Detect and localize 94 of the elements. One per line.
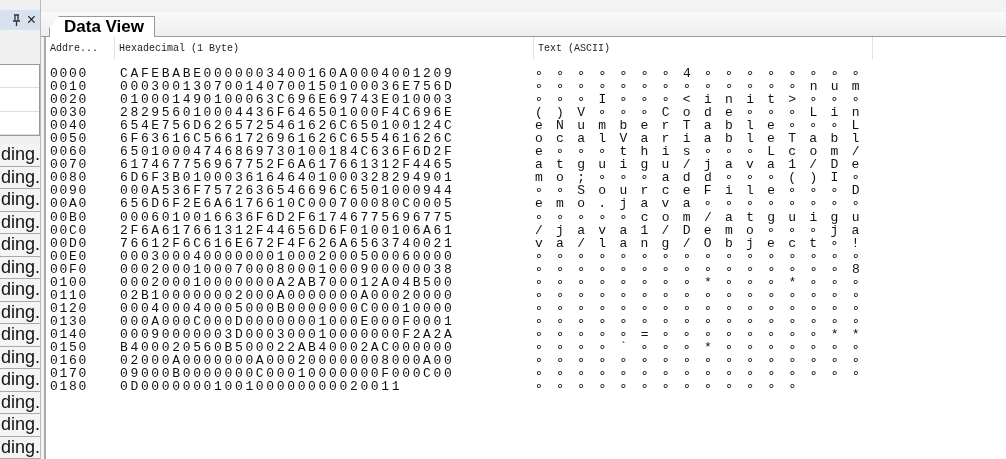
ascii-cell: ∘∘SourceFile∘∘∘D xyxy=(535,184,873,198)
ascii-cell: atguigu/java1/De xyxy=(535,158,873,172)
ascii-cell: ∘∘∘∘∘∘∘∘∘∘∘∘∘∘∘∘ xyxy=(535,367,874,381)
address-cell-text: 0150 xyxy=(49,341,89,355)
hex-cell-text: 09000B0000000C00010000000F000C00 xyxy=(120,367,456,381)
ascii-cell: ocalVariableTabl xyxy=(535,132,873,146)
hex-cell-text: 617467756967752F6A617661312F4465 xyxy=(120,158,456,172)
ascii-cell: /java1/Demo∘∘∘ja xyxy=(535,223,873,237)
pin-icon[interactable] xyxy=(11,14,21,27)
ascii-cell: ∘∘∘∘∘com/atguigu xyxy=(535,210,873,224)
ascii-cell: ∘∘∘∘∘∘∘∘∘∘∘∘∘∘∘∘ xyxy=(535,314,874,328)
address-cell-text: 0160 xyxy=(49,354,89,368)
column-header[interactable]: Text (ASCII) xyxy=(534,37,873,59)
column-header[interactable]: Addre... xyxy=(46,37,115,59)
address-cell-text: 0100 xyxy=(49,275,89,289)
hex-cell-text: 000200010000000A2AB700012A04B500 xyxy=(120,275,456,289)
hex-cell-text: 000A536F7572636546696C6501000944 xyxy=(120,184,456,198)
list-item[interactable]: ding. xyxy=(0,436,40,459)
hex-cell-text: 02B100000002000A0000000A00020000 xyxy=(120,288,456,302)
hex-cell-text: 76612F6C616E672F4F626A6563740021 xyxy=(120,236,456,250)
ascii-cell: ∘∘∘∘∘∘∘∘∘∘∘∘∘∘∘∘ xyxy=(535,301,874,315)
address-cell-text: 0030 xyxy=(49,106,89,120)
hex-cell-text: 6D6F3B01000361646401000328294901 xyxy=(120,171,456,185)
address-cell-text: 0090 xyxy=(49,184,89,198)
column-header[interactable]: Hexadecimal (1 Byte) xyxy=(115,37,534,59)
hex-cell-text: 02000A0000000A000200000008000A00 xyxy=(120,354,456,368)
hex-cell-text: 000A000C000D00000001000E000F0001 xyxy=(120,314,456,328)
hex-cell-text: 2F6A617661312F44656D6F0100106A61 xyxy=(120,223,456,237)
hex-cell-text: 65010004746869730100184C636F6D2F xyxy=(120,145,456,159)
hex-cell-text: 00030004000000010002000500060000 xyxy=(120,249,456,263)
ascii-cell: ∘∘∘∘∘∘∘∘∘∘∘∘∘ xyxy=(535,380,810,394)
hex-cell-text: 0006010016636F6D2F61746775696775 xyxy=(120,210,456,224)
hex-cell-text: 656D6F2E6A6176610C000700080C0005 xyxy=(120,197,456,211)
list-item[interactable]: ding. xyxy=(0,414,40,437)
address-cell-text: 00C0 xyxy=(49,223,89,237)
address-cell-text: 0020 xyxy=(49,93,89,107)
hex-cell-text: 0D0000000100100000000020011 xyxy=(120,380,404,394)
address-cell-text: 0130 xyxy=(49,314,89,328)
address-cell-text: 00B0 xyxy=(49,210,89,224)
address-cell-text: 0170 xyxy=(49,367,89,381)
address-cell-text: 00D0 xyxy=(49,236,89,250)
ascii-cell: ∘∘∘∘∘∘∘∘∘∘∘∘∘∘∘∘ xyxy=(535,354,874,368)
tab[interactable]: Data View xyxy=(49,16,155,37)
address-cell-text: 0110 xyxy=(49,288,89,302)
hex-cell-text: 00090000003D000300010000000F2A2A xyxy=(120,327,456,341)
address-cell-text: 0050 xyxy=(49,132,89,146)
list-item[interactable]: ding. xyxy=(0,234,40,257)
address-cell-text: 0070 xyxy=(49,158,89,172)
hex-cell-text: 000300130700140700150100036E756D xyxy=(120,80,456,94)
list-item[interactable]: ding. xyxy=(0,166,40,189)
ascii-cell: e∘∘∘this∘∘∘Lcom/ xyxy=(535,145,873,159)
list-item[interactable]: ding. xyxy=(0,301,40,324)
list-item[interactable]: ding. xyxy=(0,369,40,392)
ascii-cell: ∘∘∘I∘∘∘<init>∘∘∘ xyxy=(535,93,873,107)
list-item[interactable]: ding. xyxy=(0,256,40,279)
ascii-cell: ∘∘∘∘∘=∘∘∘∘∘∘∘∘** xyxy=(535,327,873,341)
list-item[interactable]: ding. xyxy=(0,189,40,212)
ascii-cell: ∘∘∘∘∘∘∘∘*∘∘∘*∘∘∘ xyxy=(535,275,873,289)
ascii-cell: eNumberTable∘∘∘L xyxy=(535,119,873,133)
ascii-cell: ()V∘∘∘Code∘∘∘Lin xyxy=(535,106,873,120)
hex-cell-text: 282956010004436F646501000F4C696E xyxy=(120,106,456,120)
hex-cell-text: 6F63616C5661726961626C655461626C xyxy=(120,132,456,146)
hex-cell-text: 000400040005000B0000000C00010000 xyxy=(120,301,456,315)
address-cell-text: 0040 xyxy=(49,119,89,133)
ascii-cell: ∘∘∘∘∘∘∘∘∘∘∘∘∘∘∘∘ xyxy=(535,249,874,263)
list-item[interactable]: ding. xyxy=(0,211,40,234)
ascii-cell: va/lang/Object∘! xyxy=(535,236,873,250)
ascii-cell: ∘∘∘∘∘∘∘∘∘∘∘∘∘num xyxy=(535,80,873,94)
address-cell-text: 0060 xyxy=(49,145,89,159)
ascii-cell: ∘∘∘∘∘∘∘∘∘∘∘∘∘∘∘∘ xyxy=(535,288,874,302)
list-item[interactable]: ding. xyxy=(0,346,40,369)
address-cell-text: 0120 xyxy=(49,301,89,315)
address-cell-text: 00A0 xyxy=(49,197,89,211)
address-cell-text: 0180 xyxy=(49,380,89,394)
ascii-cell: ∘∘∘∘∘∘∘4∘∘∘∘∘∘∘∘ xyxy=(535,67,873,81)
ascii-cell: mo;∘∘∘add∘∘∘()I∘ xyxy=(535,171,873,185)
list-item[interactable]: ding. xyxy=(0,279,40,302)
hex-cell-text: B400020560B500022AB40002AC000000 xyxy=(120,341,456,355)
list-item[interactable]: ding. xyxy=(0,391,40,414)
address-cell-text: 00F0 xyxy=(49,262,89,276)
address-cell-text: 00E0 xyxy=(49,249,89,263)
address-cell-text: 0140 xyxy=(49,327,89,341)
list-item[interactable]: ding. xyxy=(0,144,40,167)
list-item[interactable]: ding. xyxy=(0,324,40,347)
ascii-cell: emo.java∘∘∘∘∘∘∘∘ xyxy=(535,197,873,211)
hex-cell-text: 00020001000700080001000900000038 xyxy=(120,262,456,276)
address-cell-text: 0000 xyxy=(49,67,89,81)
ascii-cell: ∘∘∘∘∘∘∘∘∘∘∘∘∘∘∘8 xyxy=(535,262,873,276)
hex-cell-text: 654E756D6265725461626C650100124C xyxy=(120,119,456,133)
address-cell-text: 0010 xyxy=(49,80,89,94)
ascii-cell: ∘∘∘∘`∘∘∘*∘∘∘∘∘∘∘ xyxy=(535,341,873,355)
address-cell-text: 0080 xyxy=(49,171,89,185)
hex-cell-text: CAFEBABE0000003400160A0004001209 xyxy=(120,67,456,81)
hex-cell-text: 010001490100063C696E69743E010003 xyxy=(120,93,456,107)
